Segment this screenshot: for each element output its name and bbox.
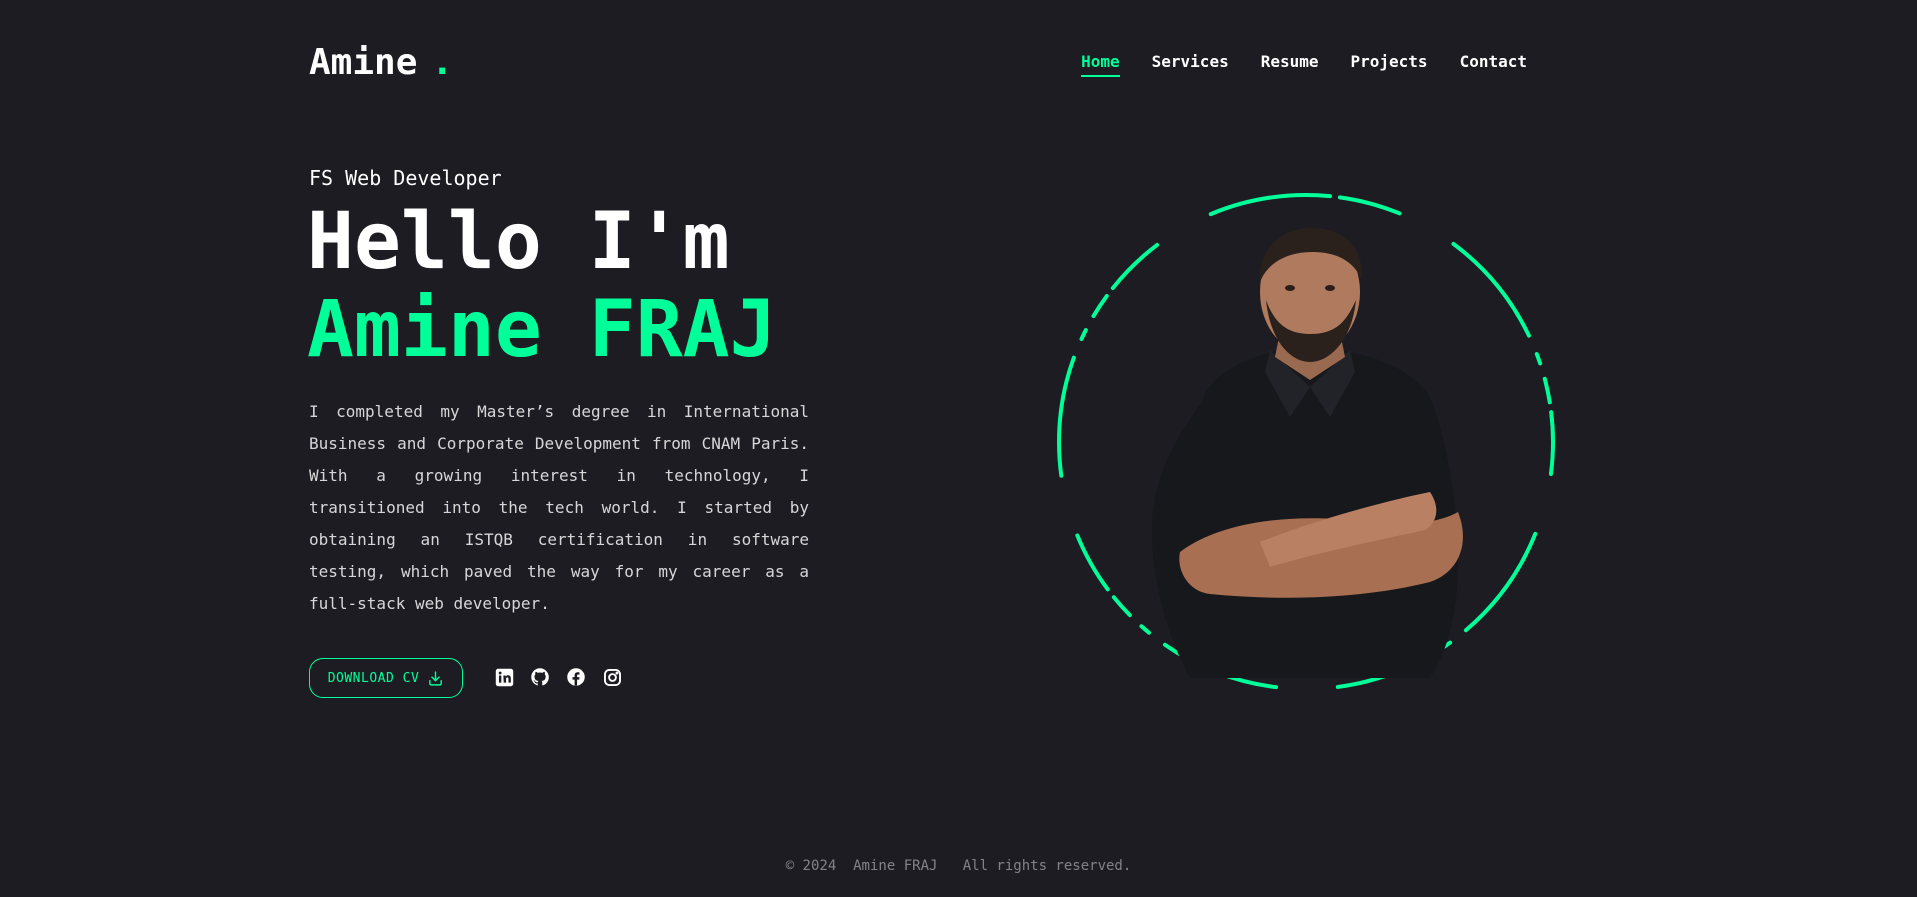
logo-text: Amine xyxy=(309,42,418,83)
logo[interactable]: Amine. xyxy=(309,42,453,83)
instagram-icon[interactable] xyxy=(602,667,622,687)
footer-copyright: © 2024 Amine FRAJ All rights reserved. xyxy=(785,858,1132,874)
social-links xyxy=(494,667,622,687)
site-header: Amine. Home Services Resume Projects Con… xyxy=(309,38,1527,88)
role-subtitle: FS Web Developer xyxy=(309,166,502,190)
download-icon xyxy=(427,670,444,687)
download-cv-label: DOWNLOAD CV xyxy=(327,670,420,686)
portrait-image xyxy=(1151,227,1463,678)
portfolio-page: Amine. Home Services Resume Projects Con… xyxy=(0,0,1917,897)
profile-photo-area xyxy=(1054,190,1558,694)
linkedin-icon[interactable] xyxy=(494,667,514,687)
nav-resume[interactable]: Resume xyxy=(1261,52,1319,77)
download-cv-button[interactable]: DOWNLOAD CV xyxy=(309,658,463,698)
hero-greeting: Hello I'm xyxy=(307,197,730,287)
nav-services[interactable]: Services xyxy=(1152,52,1229,77)
nav-contact[interactable]: Contact xyxy=(1460,52,1527,77)
hero-name: Amine FRAJ xyxy=(307,285,777,375)
nav-projects[interactable]: Projects xyxy=(1351,52,1428,77)
nav-home[interactable]: Home xyxy=(1081,52,1120,77)
main-nav: Home Services Resume Projects Contact xyxy=(1081,52,1527,77)
github-icon[interactable] xyxy=(530,667,550,687)
facebook-icon[interactable] xyxy=(566,667,586,687)
hero-bio: I completed my Master’s degree in Intern… xyxy=(309,402,809,613)
logo-dot: . xyxy=(431,42,454,83)
